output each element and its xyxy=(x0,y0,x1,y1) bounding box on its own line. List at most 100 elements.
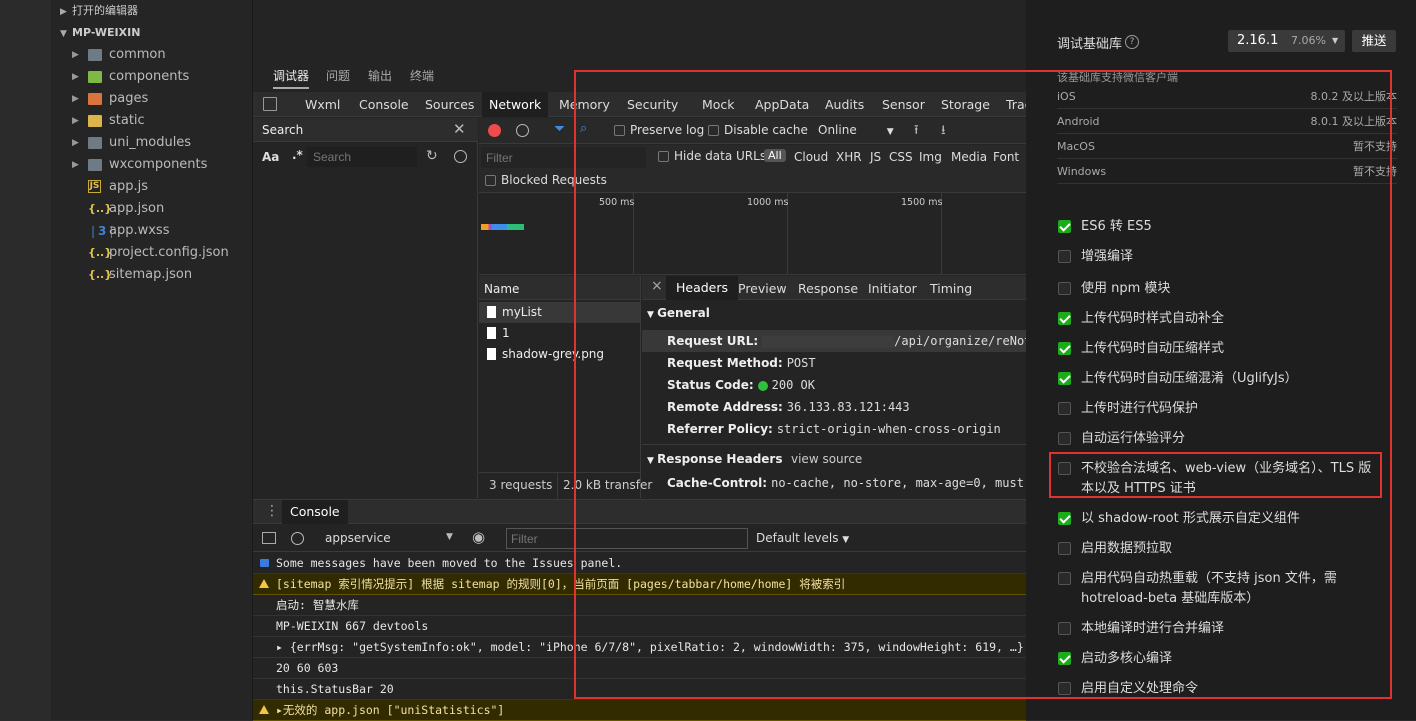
tab-terminal[interactable]: 终端 xyxy=(410,67,434,84)
option-checkbox[interactable] xyxy=(1058,432,1071,445)
import-har-icon[interactable]: ⭱ xyxy=(914,121,919,143)
preserve-log-checkbox[interactable]: Preserve log xyxy=(614,123,704,137)
explorer-item[interactable]: ▶ components xyxy=(52,66,252,88)
record-icon[interactable] xyxy=(488,124,501,137)
option-checkbox[interactable] xyxy=(1058,372,1071,385)
type-filter-xhr[interactable]: XHR xyxy=(836,150,862,164)
disable-cache-checkbox[interactable]: Disable cache xyxy=(708,123,808,137)
option-checkbox[interactable] xyxy=(1058,682,1071,695)
regex-toggle[interactable]: .* xyxy=(292,148,303,162)
drawer-tab-console[interactable]: Console xyxy=(282,500,348,524)
refresh-icon[interactable]: ↻ xyxy=(426,148,438,164)
explorer-item[interactable]: ▶ static xyxy=(52,110,252,132)
request-row[interactable]: 1 xyxy=(479,323,640,344)
log-levels-select[interactable]: Default levels ▼ xyxy=(756,531,849,545)
option-checkbox[interactable] xyxy=(1058,512,1071,525)
tab-appdata[interactable]: AppData xyxy=(755,92,809,117)
console-filter-input[interactable] xyxy=(506,528,748,549)
clear-icon[interactable] xyxy=(454,150,467,163)
close-detail-icon[interactable]: × xyxy=(651,278,663,294)
option-checkbox[interactable] xyxy=(1058,312,1071,325)
explorer-item[interactable]: ❘3❘ app.wxss xyxy=(52,220,252,242)
tab-timing[interactable]: Timing xyxy=(930,281,972,296)
explorer-item[interactable]: ▶ common xyxy=(52,44,252,66)
network-filter-input[interactable] xyxy=(481,147,646,168)
filter-icon[interactable]: ⏷ xyxy=(554,121,565,137)
tab-headers[interactable]: Headers xyxy=(666,276,739,300)
match-case-toggle[interactable]: Aa xyxy=(262,150,279,164)
tab-debugger[interactable]: 调试器 xyxy=(273,67,310,89)
tab-preview[interactable]: Preview xyxy=(738,281,787,296)
type-filter-cloud[interactable]: Cloud xyxy=(794,150,828,164)
json-file-icon: {..} xyxy=(88,268,113,281)
explorer-item[interactable]: JS app.js xyxy=(52,176,252,198)
option-label: 启动多核心编译 xyxy=(1081,651,1173,666)
option-checkbox[interactable] xyxy=(1058,220,1071,233)
name-column-header[interactable]: Name xyxy=(484,282,519,296)
option-checkbox[interactable] xyxy=(1058,462,1071,475)
explorer-item[interactable]: ▶ wxcomponents xyxy=(52,154,252,176)
close-icon[interactable]: ✕ xyxy=(453,120,466,138)
type-filter-css[interactable]: CSS xyxy=(889,150,913,164)
request-row[interactable]: shadow-grey.png xyxy=(479,344,640,365)
explorer-item[interactable]: ▶ uni_modules xyxy=(52,132,252,154)
inspect-icon[interactable] xyxy=(263,97,277,111)
tab-audits[interactable]: Audits xyxy=(825,92,864,117)
option-checkbox[interactable] xyxy=(1058,282,1071,295)
view-source-link[interactable]: view source xyxy=(791,452,862,466)
tab-security[interactable]: Security xyxy=(627,92,678,117)
tab-console[interactable]: Console xyxy=(359,92,409,117)
type-filter-img[interactable]: Img xyxy=(919,150,942,164)
tab-storage[interactable]: Storage xyxy=(941,92,990,117)
tab-problems[interactable]: 问题 xyxy=(326,67,350,84)
help-icon[interactable]: ? xyxy=(1125,35,1139,49)
tab-network[interactable]: Network xyxy=(482,92,549,117)
option-checkbox[interactable] xyxy=(1058,542,1071,555)
option-checkbox[interactable] xyxy=(1058,652,1071,665)
tab-initiator[interactable]: Initiator xyxy=(868,281,917,296)
option-checkbox[interactable] xyxy=(1058,402,1071,415)
tab-memory[interactable]: Memory xyxy=(559,92,610,117)
explorer-item[interactable]: ▶ pages xyxy=(52,88,252,110)
clear-log-icon[interactable] xyxy=(516,124,529,137)
clear-console-icon[interactable] xyxy=(291,532,304,545)
option-checkbox[interactable] xyxy=(1058,572,1071,585)
type-filter-js[interactable]: JS xyxy=(870,150,881,164)
export-har-icon[interactable]: ⭳ xyxy=(941,121,946,143)
referrer-policy-row: Referrer Policy: strict-origin-when-cross… xyxy=(667,422,1001,436)
search-icon[interactable]: ⌕ xyxy=(580,121,587,136)
folder-icon xyxy=(88,137,102,149)
request-row[interactable]: myList xyxy=(479,302,640,323)
tab-mock[interactable]: Mock xyxy=(702,92,735,117)
explorer-item[interactable]: {..} sitemap.json xyxy=(52,264,252,286)
tab-wxml[interactable]: Wxml xyxy=(305,92,340,117)
throttle-select[interactable]: Online ▼ xyxy=(818,123,894,137)
sidebar-toggle-icon[interactable] xyxy=(262,532,276,544)
tab-output[interactable]: 输出 xyxy=(368,67,392,84)
base-lib-version-select[interactable]: 2.16.1 7.06% ▼ xyxy=(1228,30,1345,52)
response-headers-toggle[interactable]: ▼ Response Headers xyxy=(647,452,783,466)
hide-data-urls-checkbox[interactable]: Hide data URLs xyxy=(658,149,766,163)
open-editors-section[interactable]: ▶ 打开的编辑器 xyxy=(52,0,252,22)
option-checkbox[interactable] xyxy=(1058,622,1071,635)
type-filter-font[interactable]: Font xyxy=(993,150,1019,164)
type-filter-media[interactable]: Media xyxy=(951,150,987,164)
option-checkbox[interactable] xyxy=(1058,342,1071,355)
blocked-requests-checkbox[interactable]: Blocked Requests xyxy=(485,173,607,187)
document-icon xyxy=(487,348,496,360)
project-section[interactable]: ▼ MP-WEIXIN xyxy=(52,22,252,44)
context-select[interactable]: appservice xyxy=(325,531,391,545)
tab-response[interactable]: Response xyxy=(798,281,858,296)
push-button[interactable]: 推送 xyxy=(1352,30,1396,52)
search-input[interactable] xyxy=(307,147,417,167)
tab-sources[interactable]: Sources xyxy=(425,92,474,117)
type-filter-all[interactable]: All xyxy=(764,149,786,162)
remote-address-row: Remote Address: 36.133.83.121:443 xyxy=(667,400,910,414)
general-section-toggle[interactable]: ▼ General xyxy=(647,306,710,320)
more-tools-icon[interactable]: ⋮ xyxy=(265,503,279,519)
option-checkbox[interactable] xyxy=(1058,250,1071,263)
eye-icon[interactable]: ◉ xyxy=(472,528,485,546)
explorer-item[interactable]: {..} app.json xyxy=(52,198,252,220)
tab-sensor[interactable]: Sensor xyxy=(882,92,925,117)
explorer-item[interactable]: {..} project.config.json xyxy=(52,242,252,264)
